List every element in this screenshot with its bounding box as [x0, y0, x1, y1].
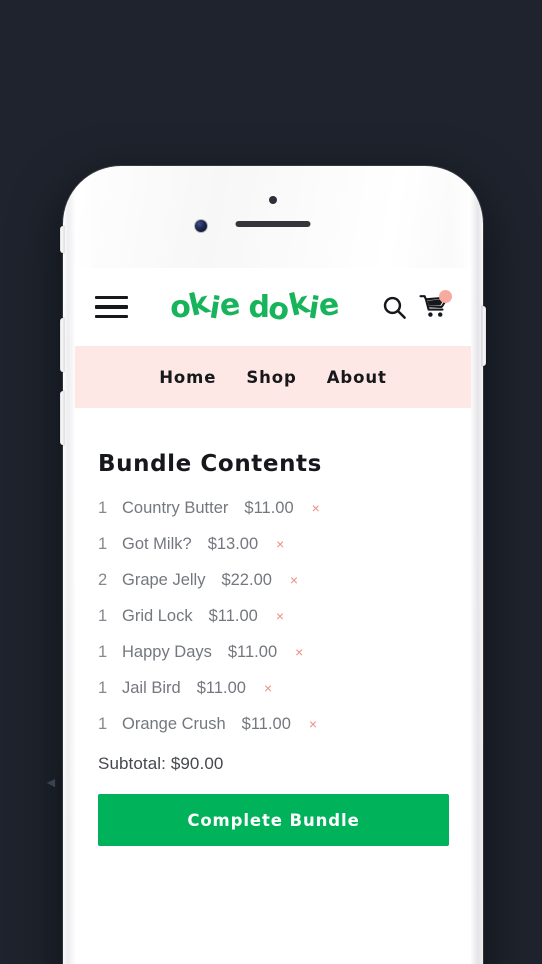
bundle-list-item: 2 Grape Jelly $22.00 ×: [98, 571, 449, 590]
item-quantity: 1: [98, 643, 108, 661]
bundle-list-item: 1 Grid Lock $11.00 ×: [98, 607, 449, 626]
logo-letter: e: [316, 286, 341, 324]
logo-letter: e: [217, 286, 242, 324]
remove-item-icon[interactable]: ×: [290, 573, 298, 587]
cart-badge: [438, 290, 452, 303]
search-icon[interactable]: [381, 294, 408, 321]
main-navigation: Home Shop About: [75, 346, 471, 408]
item-price: $11.00: [241, 715, 291, 733]
remove-item-icon[interactable]: ×: [312, 501, 320, 515]
item-quantity: 1: [98, 499, 108, 517]
hamburger-menu-icon[interactable]: [95, 295, 128, 319]
item-price: $11.00: [196, 679, 246, 697]
item-name: Orange Crush: [122, 715, 226, 733]
remove-item-icon[interactable]: ×: [309, 717, 317, 731]
remove-item-icon[interactable]: ×: [276, 537, 284, 551]
power-button[interactable]: [482, 306, 486, 366]
page-title: Bundle Contents: [98, 451, 322, 477]
item-price: $11.00: [244, 499, 294, 517]
item-name: Got Milk?: [122, 535, 192, 553]
bundle-contents-list: 1 Country Butter $11.00 × 1 Got Milk? $13.00 × 2…: [98, 499, 449, 734]
page-content: Bundle Contents 1 Country Butter $11.00 × 1 G…: [75, 408, 471, 846]
header-actions: [381, 290, 452, 321]
item-name: Happy Days: [122, 643, 212, 661]
volume-up-button[interactable]: [60, 318, 64, 372]
volume-down-button[interactable]: [60, 391, 64, 445]
nav-link-shop[interactable]: Shop: [246, 368, 296, 387]
item-price: $22.00: [221, 571, 272, 589]
item-price: $13.00: [207, 535, 259, 553]
site-logo[interactable]: okie dokie: [170, 285, 340, 328]
remove-item-icon[interactable]: ×: [295, 645, 303, 659]
bundle-list-item: 1 Happy Days $11.00 ×: [98, 643, 449, 662]
bundle-list-item: 1 Got Milk? $13.00 ×: [98, 535, 449, 554]
remove-item-icon[interactable]: ×: [276, 609, 284, 623]
site-header: okie dokie: [75, 268, 471, 346]
item-price: $11.00: [208, 607, 258, 625]
proximity-sensor-icon: [269, 196, 277, 204]
item-price: $11.00: [227, 643, 278, 661]
bundle-list-item: 1 Jail Bird $11.00 ×: [98, 679, 449, 698]
earpiece-speaker-icon: [235, 221, 311, 227]
nav-link-home[interactable]: Home: [159, 368, 216, 387]
item-name: Jail Bird: [122, 679, 181, 697]
edge-chevron-icon: ◄: [44, 774, 58, 790]
nav-link-about[interactable]: About: [327, 368, 387, 387]
subtotal-label: Subtotal: $90.00: [98, 754, 224, 773]
bundle-list-item: 1 Orange Crush $11.00 ×: [98, 715, 449, 734]
item-quantity: 1: [98, 679, 108, 697]
item-name: Grid Lock: [122, 607, 193, 625]
shopping-cart-icon[interactable]: [419, 290, 452, 320]
complete-bundle-button[interactable]: Complete Bundle: [98, 794, 449, 846]
remove-item-icon[interactable]: ×: [264, 681, 272, 695]
item-quantity: 1: [98, 715, 108, 733]
item-quantity: 2: [98, 571, 108, 589]
hamburger-line: [95, 314, 128, 319]
phone-device-frame: okie dokie Home Shop About Bundle Conten…: [60, 166, 486, 964]
item-name: Grape Jelly: [122, 571, 206, 589]
hamburger-line: [95, 305, 128, 309]
mute-switch-button[interactable]: [60, 226, 64, 253]
phone-top-hardware: [63, 166, 483, 268]
item-quantity: 1: [98, 535, 108, 553]
phone-screen: okie dokie Home Shop About Bundle Conten…: [75, 268, 471, 964]
item-name: Country Butter: [122, 499, 229, 517]
hamburger-line: [95, 295, 128, 300]
front-camera-icon: [195, 220, 207, 232]
bundle-list-item: 1 Country Butter $11.00 ×: [98, 499, 449, 518]
item-quantity: 1: [98, 607, 108, 625]
